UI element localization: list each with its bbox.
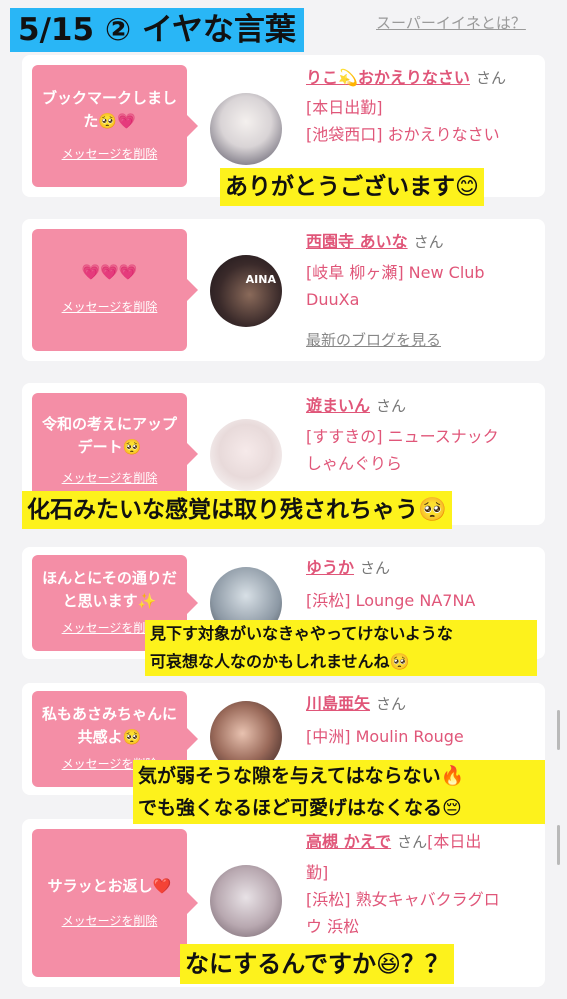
cast-name-row: 西園寺 あいな さん xyxy=(306,229,444,255)
message-text: 私もあさみちゃんに共感よ🥺 xyxy=(41,705,177,746)
caption-fossil: 化石みたいな感覚は取り残されちゃう🥺 xyxy=(22,491,452,529)
honorific: さん xyxy=(475,69,506,87)
shop-info: [中洲] Moulin Rouge xyxy=(306,723,536,750)
honorific: さん xyxy=(413,233,444,251)
shop-line: DuuXa xyxy=(306,290,360,309)
shop-info: [浜松] Lounge NA7NA xyxy=(306,587,536,614)
cast-name-row: 川島亜矢 さん xyxy=(306,691,406,717)
cast-name-row: 高槻 かえで さん[本日出 xyxy=(306,829,536,855)
shop-line: [浜松] Lounge NA7NA xyxy=(306,591,476,610)
caption-thanks: ありがとうございます😊 xyxy=(220,168,484,206)
cast-name[interactable]: りこ💫おかえりなさい xyxy=(306,68,470,87)
shop-line: しゃんぐりら xyxy=(306,454,403,473)
message-bubble: サラッとお返し❤️ メッセージを削除 xyxy=(32,829,198,977)
caption-line: 気が弱そうな隙を与えてはならない🔥 xyxy=(138,765,465,787)
cast-name-row: ゆうか さん xyxy=(306,555,390,581)
super-like-link[interactable]: スーパーイイネとは？ xyxy=(376,12,526,33)
shop-info: 勤] [浜松] 熟女キャバクラグロ ウ 浜松 xyxy=(306,859,536,940)
delete-message-link[interactable]: メッセージを削除 xyxy=(32,912,187,929)
caption-line: 可哀想な人なのかもしれませんね🥺 xyxy=(150,652,410,671)
avatar[interactable] xyxy=(210,865,282,937)
scrollbar-thumb[interactable] xyxy=(557,825,560,865)
cast-name[interactable]: 高槻 かえで xyxy=(306,832,391,851)
delete-message-link[interactable]: メッセージを削除 xyxy=(32,469,187,486)
honorific: さん xyxy=(376,397,407,415)
shop-info: [本日出勤] [池袋西口] おかえりなさい xyxy=(306,94,536,148)
caption-look-down: 見下す対象がいなきゃやってけないような 可哀想な人なのかもしれませんね🥺 xyxy=(145,620,537,676)
caption-line: でも強くなるほど可愛げはなくなる😔 xyxy=(138,797,462,819)
message-text: ほんとにその通りだと思います✨ xyxy=(42,569,177,610)
shop-line: ウ 浜松 xyxy=(306,917,360,936)
avatar[interactable] xyxy=(210,93,282,165)
shop-line: [本日出勤] xyxy=(306,98,383,117)
shop-line: [岐阜 柳ヶ瀬] New Club xyxy=(306,263,485,282)
shop-line: 勤] xyxy=(306,863,329,882)
message-text: サラッとお返し❤️ xyxy=(47,877,172,895)
shop-line: [池袋西口] おかえりなさい xyxy=(306,125,500,144)
delete-message-link[interactable]: メッセージを削除 xyxy=(32,298,187,315)
caption-line: 見下す対象がいなきゃやってけないような xyxy=(150,624,453,643)
delete-message-link[interactable]: メッセージを削除 xyxy=(32,145,187,162)
cast-name-row: 遊まいん さん xyxy=(306,393,406,419)
cast-name-row: りこ💫おかえりなさい さん xyxy=(306,65,506,91)
message-text: 令和の考えにアップデート🥺 xyxy=(41,415,177,456)
caption-what: なにするんですか😆？？ xyxy=(180,944,455,984)
shop-info: [すすきの] ニュースナック しゃんぐりら xyxy=(306,423,536,477)
shop-line: [すすきの] ニュースナック xyxy=(306,427,499,446)
latest-blog-link[interactable]: 最新のブログを見る xyxy=(306,329,441,350)
shop-line: [本日出 xyxy=(427,832,482,851)
message-text: 💗💗💗 xyxy=(81,263,138,281)
caption-weak: 気が弱そうな隙を与えてはならない🔥 でも強くなるほど可愛げはなくなる😔 xyxy=(133,760,545,824)
message-bubble: ブックマークしました🥺💗 メッセージを削除 xyxy=(32,65,198,187)
cast-name[interactable]: ゆうか xyxy=(306,558,354,577)
message-bubble: 💗💗💗 メッセージを削除 xyxy=(32,229,198,351)
shop-line: [中洲] Moulin Rouge xyxy=(306,727,464,746)
scrollbar-thumb[interactable] xyxy=(557,710,560,750)
avatar[interactable] xyxy=(210,419,282,491)
honorific: さん xyxy=(397,833,428,851)
message-text: ブックマークしました🥺💗 xyxy=(41,89,177,130)
honorific: さん xyxy=(360,559,391,577)
honorific: さん xyxy=(376,695,407,713)
shop-info: [岐阜 柳ヶ瀬] New Club DuuXa xyxy=(306,259,536,313)
cast-name[interactable]: 西園寺 あいな xyxy=(306,232,408,251)
avatar[interactable]: AINA xyxy=(210,255,282,327)
shop-line: [浜松] 熟女キャバクラグロ xyxy=(306,890,500,909)
avatar-logo-text: AINA xyxy=(245,273,276,286)
page-title: 5/15 ② イヤな言葉 xyxy=(10,8,304,52)
cast-name[interactable]: 遊まいん xyxy=(306,396,370,415)
message-card: 💗💗💗 メッセージを削除 AINA 西園寺 あいな さん [岐阜 柳ヶ瀬] New… xyxy=(22,219,545,361)
cast-name[interactable]: 川島亜矢 xyxy=(306,694,370,713)
